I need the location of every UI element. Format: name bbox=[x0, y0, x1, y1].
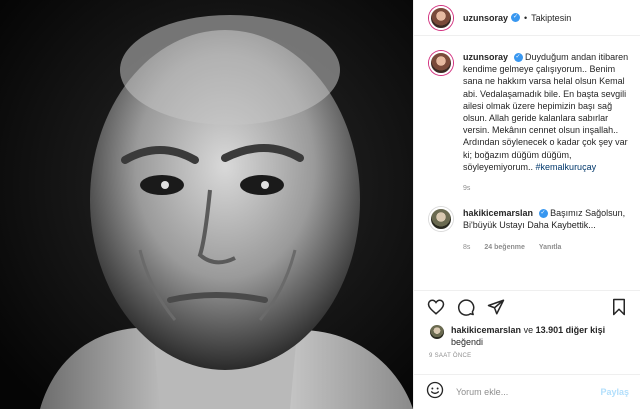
author-avatar[interactable] bbox=[429, 5, 453, 30]
author-username[interactable]: uzunsoray bbox=[463, 13, 508, 23]
heart-icon[interactable] bbox=[426, 297, 446, 317]
comment-body: hakikicemarslan ✓ Başımız Sağolsun, Bi'b… bbox=[463, 207, 629, 254]
caption-body: uzunsoray ✓ Duyduğum andan itibaren kend… bbox=[463, 51, 629, 195]
separator-dot: • bbox=[524, 12, 528, 23]
post-header: uzunsoray ✓ • Takiptesin bbox=[414, 0, 640, 36]
paper-plane-icon[interactable] bbox=[486, 297, 506, 317]
likes-summary: hakikicemarslan ve 13.901 diğer kişi beğ… bbox=[429, 324, 634, 348]
likes-connector: ve bbox=[523, 325, 534, 335]
bookmark-icon[interactable] bbox=[609, 297, 629, 317]
reply-button[interactable]: Yanıtla bbox=[539, 242, 562, 254]
commenter-avatar[interactable] bbox=[429, 207, 453, 232]
comment-icon[interactable] bbox=[456, 297, 476, 317]
likes-text: hakikicemarslan ve 13.901 diğer kişi beğ… bbox=[451, 324, 605, 348]
action-bar bbox=[414, 290, 640, 322]
post-side-panel: uzunsoray ✓ • Takiptesin uzunsoray ✓ Duy… bbox=[413, 0, 640, 409]
verified-badge-icon: ✓ bbox=[511, 13, 521, 22]
caption-row: uzunsoray ✓ Duyduğum andan itibaren kend… bbox=[429, 51, 629, 195]
post-photo[interactable] bbox=[0, 0, 413, 409]
portrait-image bbox=[0, 0, 413, 409]
caption-time: 9s bbox=[463, 185, 471, 193]
liker-avatar[interactable] bbox=[429, 324, 445, 340]
caption-meta: 9s bbox=[463, 183, 629, 195]
verified-badge-icon: ✓ bbox=[513, 53, 523, 63]
caption-text: Duyduğum andan itibaren kendime gelmeye … bbox=[463, 52, 629, 172]
comment-author[interactable]: hakikicemarslan bbox=[463, 208, 533, 218]
hashtag-link[interactable]: #kemalkuruçay bbox=[536, 162, 597, 172]
follow-status-button[interactable]: Takiptesin bbox=[531, 13, 571, 23]
post-timestamp[interactable]: 9 SAAT ÖNCE bbox=[429, 353, 471, 359]
comment-time: 8s bbox=[463, 243, 471, 251]
post-comment-button[interactable]: Paylaş bbox=[600, 387, 629, 397]
caption-author-avatar[interactable] bbox=[429, 51, 453, 75]
comment-meta: 8s 24 beğenme Yanıtla bbox=[463, 242, 629, 254]
smiley-icon[interactable] bbox=[426, 381, 444, 404]
comment-row: hakikicemarslan ✓ Başımız Sağolsun, Bi'b… bbox=[429, 207, 629, 254]
add-comment-bar: Paylaş bbox=[414, 374, 640, 409]
likes-count[interactable]: 13.901 diğer kişi bbox=[536, 325, 606, 335]
verified-badge-icon: ✓ bbox=[538, 209, 548, 219]
liker-username[interactable]: hakikicemarslan bbox=[451, 325, 521, 335]
caption-author[interactable]: uzunsoray bbox=[463, 52, 508, 62]
comment-input[interactable] bbox=[456, 387, 596, 397]
comment-likes[interactable]: 24 beğenme bbox=[484, 242, 524, 254]
comments-list[interactable]: uzunsoray ✓ Duyduğum andan itibaren kend… bbox=[414, 37, 640, 290]
likes-suffix: beğendi bbox=[451, 337, 484, 347]
